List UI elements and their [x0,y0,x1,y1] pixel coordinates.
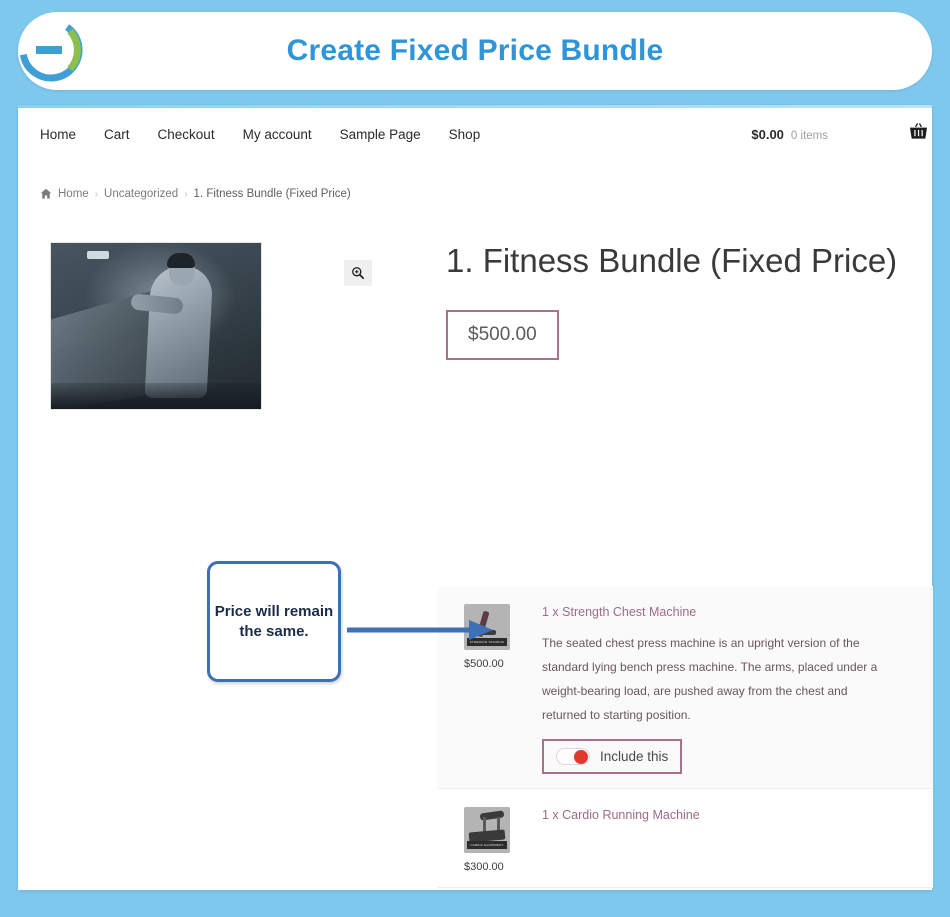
nav-item-my-account[interactable]: My account [243,127,312,142]
page-title: Create Fixed Price Bundle [286,34,664,67]
thumbnail-label-bar: CARDIO EQUIPMENT [467,841,507,849]
breadcrumb-item-current: 1. Fitness Bundle (Fixed Price) [193,188,351,200]
person-body-shape [144,266,214,399]
shopping-basket-icon[interactable] [909,122,928,145]
product-price: $500.00 [468,323,537,345]
nav-item-sample-page[interactable]: Sample Page [340,127,421,142]
breadcrumb-item-uncategorized[interactable]: Uncategorized [104,188,178,200]
home-icon [40,188,52,200]
floor-shape [51,383,261,409]
product-title: 1. Fitness Bundle (Fixed Price) [446,242,898,279]
bundle-item: CARDIO EQUIPMENT $300.00 1 x Cardio Runn… [438,789,933,888]
cart-total-amount: $0.00 [751,126,784,142]
ceiling-light-shape [86,251,109,260]
nav-item-shop[interactable]: Shop [449,127,481,142]
cart-item-count: 0 items [790,129,828,142]
bundle-item-price: $500.00 [464,658,504,670]
breadcrumb-item-home[interactable]: Home [58,188,89,200]
thumbnail-label-text: CARDIO EQUIPMENT [470,843,504,847]
annotation-callout: Price will remain the same. [207,561,341,682]
product-image[interactable] [50,242,262,410]
right-arrow-icon [345,615,495,650]
page-root: Create Fixed Price Bundle Home Cart Chec… [0,0,950,917]
bundle-item-description: The seated chest press machine is an upr… [542,636,878,722]
bundle-item-price: $300.00 [464,861,504,873]
bundle-item-name[interactable]: 1 x Cardio Running Machine [542,808,915,822]
product-price-box: $500.00 [446,309,559,360]
nav-item-home[interactable]: Home [40,127,76,142]
bundle-item-thumb-col: CARDIO EQUIPMENT $300.00 [464,807,542,873]
annotation-callout-text: Price will remain the same. [214,603,334,640]
breadcrumb-separator: › [94,188,99,200]
nav-item-cart[interactable]: Cart [104,127,130,142]
breadcrumb: Home › Uncategorized › 1. Fitness Bundle… [18,160,932,200]
main-navigation: Home Cart Checkout My account Sample Pag… [18,108,932,160]
include-toggle-group[interactable]: Include this [542,739,683,774]
header-banner: Create Fixed Price Bundle [18,12,932,90]
include-toggle-switch[interactable] [556,748,590,765]
product-summary: 1. Fitness Bundle (Fixed Price) $500.00 [344,242,910,410]
breadcrumb-separator: › [184,188,188,200]
circular-e-logo-icon [18,17,84,83]
bundle-item: STRENGTH TRAINING $500.00 1 x Strength C… [438,586,933,789]
bundle-item-body: 1 x Cardio Running Machine [542,807,915,873]
bundle-item-body: 1 x Strength Chest Machine The seated ch… [542,604,915,774]
include-toggle-label: Include this [600,749,669,764]
toggle-knob [574,750,588,764]
zoom-in-magnifier-icon[interactable] [344,260,372,286]
site-content-card: Home Cart Checkout My account Sample Pag… [18,105,933,890]
cart-summary[interactable]: $0.00 0 items [751,127,828,142]
product-gallery [40,242,360,410]
treadmill-thumbnail-icon[interactable]: CARDIO EQUIPMENT [464,807,510,853]
person-hair-shape [166,252,195,268]
product-main: 1. Fitness Bundle (Fixed Price) $500.00 [18,242,932,410]
nav-item-checkout[interactable]: Checkout [158,127,215,142]
bundle-item-name[interactable]: 1 x Strength Chest Machine [542,605,915,619]
bundle-items-list: STRENGTH TRAINING $500.00 1 x Strength C… [438,586,933,888]
nav-links: Home Cart Checkout My account Sample Pag… [40,127,480,142]
